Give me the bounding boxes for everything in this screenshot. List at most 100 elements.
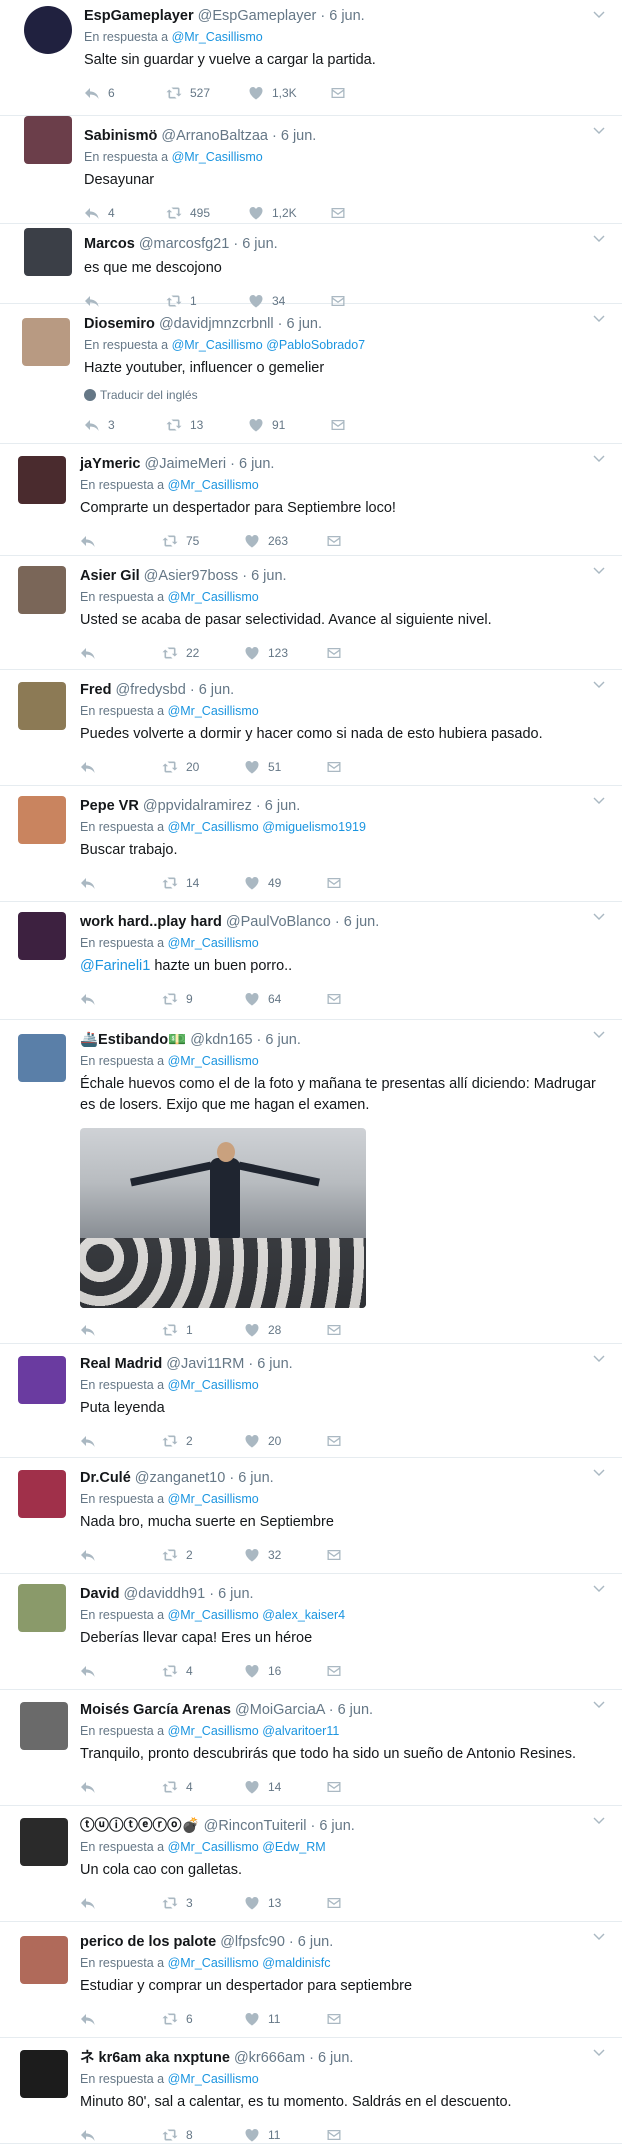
author-handle[interactable]: @ppvidalramirez <box>143 798 252 814</box>
retweet-button[interactable]: 9 <box>162 991 244 1007</box>
reply-button[interactable] <box>80 2127 162 2143</box>
author-handle[interactable]: @fredysbd <box>115 682 185 698</box>
reply-button[interactable] <box>80 1433 162 1449</box>
timestamp[interactable]: 6 jun. <box>257 1356 292 1372</box>
author-handle[interactable]: @lfpsfc90 <box>220 1934 285 1950</box>
avatar[interactable] <box>18 1356 66 1404</box>
chevron-down-icon[interactable] <box>592 794 606 808</box>
reply-mention-link[interactable]: @miguelismo1919 <box>262 820 366 834</box>
reply-mention-link[interactable]: @Edw_RM <box>262 1840 325 1854</box>
timestamp[interactable]: 6 jun. <box>265 798 300 814</box>
retweet-button[interactable]: 14 <box>162 875 244 891</box>
avatar[interactable] <box>18 1584 66 1632</box>
tweet[interactable]: ⓣⓤⓘⓣⓔⓡⓞ💣 @RinconTuiteril · 6 jun. En resp… <box>0 1806 622 1922</box>
avatar[interactable] <box>20 1702 68 1750</box>
tweet[interactable]: perico de los palote @lfpsfc90 · 6 jun. E… <box>0 1922 622 2038</box>
author-handle[interactable]: @MoiGarciaA <box>235 1702 325 1718</box>
reply-button[interactable] <box>80 875 162 891</box>
like-button[interactable]: 11 <box>244 2011 326 2027</box>
retweet-button[interactable]: 8 <box>162 2127 244 2143</box>
reply-mention-link[interactable]: @Mr_Casillismo <box>168 1608 259 1622</box>
like-button[interactable]: 123 <box>244 645 326 661</box>
reply-mention-link[interactable]: @Mr_Casillismo <box>172 338 263 352</box>
author-name[interactable]: Real Madrid <box>80 1356 162 1372</box>
chevron-down-icon[interactable] <box>592 312 606 326</box>
reply-button[interactable] <box>80 1895 162 1911</box>
reply-button[interactable] <box>80 991 162 1007</box>
tweet[interactable]: Asier Gil @Asier97boss · 6 jun. En respue… <box>0 556 622 670</box>
avatar[interactable] <box>24 116 72 164</box>
like-button[interactable]: 28 <box>244 1322 326 1338</box>
like-button[interactable]: 13 <box>244 1895 326 1911</box>
reply-mention-link[interactable]: @Mr_Casillismo <box>168 1054 259 1068</box>
reply-button[interactable]: 4 <box>84 205 166 221</box>
dm-button[interactable] <box>326 1895 408 1911</box>
tweet[interactable]: Real Madrid @Javi11RM · 6 jun. En respues… <box>0 1344 622 1458</box>
author-name[interactable]: Diosemiro <box>84 316 155 332</box>
chevron-down-icon[interactable] <box>592 1814 606 1828</box>
dm-button[interactable] <box>326 1779 408 1795</box>
chevron-down-icon[interactable] <box>592 678 606 692</box>
avatar[interactable] <box>22 318 70 366</box>
timestamp[interactable]: 6 jun. <box>344 914 379 930</box>
timestamp[interactable]: 6 jun. <box>298 1934 333 1950</box>
reply-mention-link[interactable]: @alex_kaiser4 <box>262 1608 345 1622</box>
chevron-down-icon[interactable] <box>592 452 606 466</box>
dm-button[interactable] <box>330 417 412 433</box>
like-button[interactable]: 263 <box>244 533 326 549</box>
tweet-photo[interactable] <box>80 1128 366 1308</box>
reply-mention-link[interactable]: @Mr_Casillismo <box>168 820 259 834</box>
reply-button[interactable] <box>80 533 162 549</box>
timestamp[interactable]: 6 jun. <box>265 1032 300 1048</box>
timestamp[interactable]: 6 jun. <box>281 128 316 144</box>
translate-link[interactable]: Traducir del inglés <box>84 387 602 403</box>
author-handle[interactable]: @EspGameplayer <box>198 8 317 24</box>
reply-mention-link[interactable]: @Mr_Casillismo <box>172 30 263 44</box>
timestamp[interactable]: 6 jun. <box>199 682 234 698</box>
avatar[interactable] <box>18 912 66 960</box>
reply-button[interactable] <box>80 645 162 661</box>
chevron-down-icon[interactable] <box>592 1698 606 1712</box>
timestamp[interactable]: 6 jun. <box>239 456 274 472</box>
avatar[interactable] <box>24 6 72 54</box>
like-button[interactable]: 1,3K <box>248 85 330 101</box>
reply-mention-link[interactable]: @Mr_Casillismo <box>168 1378 259 1392</box>
timestamp[interactable]: 6 jun. <box>251 568 286 584</box>
author-handle[interactable]: @ArranoBaltzaa <box>161 128 268 144</box>
dm-button[interactable] <box>326 533 408 549</box>
author-name[interactable]: Pepe VR <box>80 798 139 814</box>
author-name[interactable]: jaYmeric <box>80 456 140 472</box>
retweet-button[interactable]: 22 <box>162 645 244 661</box>
author-name[interactable]: work hard..play hard <box>80 914 222 930</box>
text-mention-link[interactable]: @Farineli1 <box>80 958 150 974</box>
tweet[interactable]: 🚢Estibando💵 @kdn165 · 6 jun. En respuesta… <box>0 1020 622 1344</box>
author-handle[interactable]: @kr666am <box>234 2050 305 2066</box>
reply-button[interactable] <box>80 1663 162 1679</box>
retweet-button[interactable]: 2 <box>162 1547 244 1563</box>
author-name[interactable]: Fred <box>80 682 111 698</box>
chevron-down-icon[interactable] <box>592 8 606 22</box>
dm-button[interactable] <box>330 205 412 221</box>
dm-button[interactable] <box>330 85 412 101</box>
author-handle[interactable]: @davidjmnzcrbnll <box>159 316 274 332</box>
author-name[interactable]: Moisés García Arenas <box>80 1702 231 1718</box>
retweet-button[interactable]: 3 <box>162 1895 244 1911</box>
author-name[interactable]: ネ kr6am aka nxptune <box>80 2050 230 2066</box>
reply-mention-link[interactable]: @Mr_Casillismo <box>168 1492 259 1506</box>
tweet[interactable]: Dr.Culé @zanganet10 · 6 jun. En respuesta… <box>0 1458 622 1574</box>
tweet[interactable]: Diosemiro @davidjmnzcrbnll · 6 jun. En re… <box>0 304 622 444</box>
retweet-button[interactable]: 1 <box>162 1322 244 1338</box>
like-button[interactable]: 11 <box>244 2127 326 2143</box>
reply-mention-link[interactable]: @Mr_Casillismo <box>168 1840 259 1854</box>
avatar[interactable] <box>24 228 72 276</box>
chevron-down-icon[interactable] <box>592 124 606 138</box>
avatar[interactable] <box>20 2050 68 2098</box>
avatar[interactable] <box>18 1470 66 1518</box>
timestamp[interactable]: 6 jun. <box>238 1470 273 1486</box>
reply-mention-link[interactable]: @Mr_Casillismo <box>168 1724 259 1738</box>
author-handle[interactable]: @Asier97boss <box>144 568 239 584</box>
chevron-down-icon[interactable] <box>592 1352 606 1366</box>
like-button[interactable]: 64 <box>244 991 326 1007</box>
author-handle[interactable]: @JaimeMeri <box>145 456 227 472</box>
chevron-down-icon[interactable] <box>592 1582 606 1596</box>
